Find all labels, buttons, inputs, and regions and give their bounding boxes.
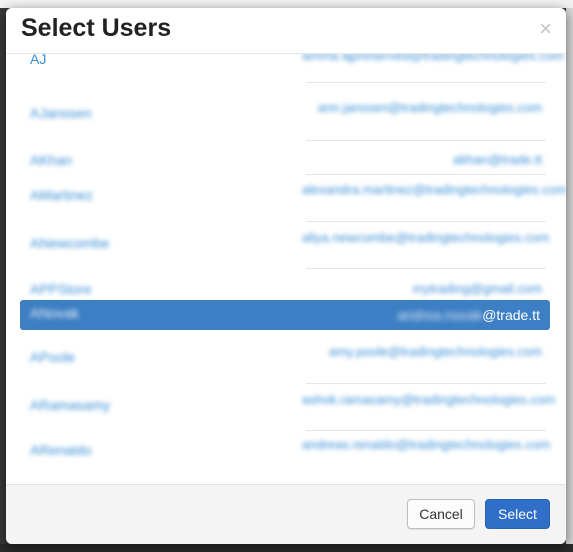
user-email: amy.poole@tradingtechnologies.com (328, 344, 542, 359)
user-name: AJ (30, 54, 47, 67)
user-name: ANovak (30, 305, 80, 321)
row-divider (306, 82, 546, 83)
user-name: ANewcombe (30, 235, 110, 251)
cancel-button[interactable]: Cancel (407, 499, 475, 529)
select-users-dialog: Select Users × AJ amma.ajpreserved@tradi… (6, 8, 566, 544)
user-email: andreas.renaldo@tradingtechnologies.com (302, 437, 551, 452)
list-item-selected[interactable]: ANovak andrea.novak@trade.tt (20, 300, 550, 330)
dialog-title: Select Users (21, 14, 172, 42)
user-name: AJanssen (30, 105, 92, 121)
list-item[interactable]: AMartinez alexandra.martinez@tradingtech… (20, 182, 566, 212)
row-divider (306, 383, 546, 384)
user-name: APoole (30, 349, 76, 365)
user-email: mytrading@gmail.com (412, 281, 542, 296)
background-page-right (566, 8, 573, 544)
list-item[interactable]: ARenaldo andreas.renaldo@tradingtechnolo… (20, 437, 550, 467)
list-item[interactable]: AJanssen ann.janssen@tradingtechnologies… (20, 100, 550, 130)
row-divider (306, 268, 546, 269)
user-email-domain: @trade.tt (482, 307, 540, 323)
user-email: amma.ajpreserved@tradingtechnologies.com (302, 54, 564, 63)
row-divider (306, 430, 546, 431)
background-page-top (0, 0, 573, 8)
user-name: AMartinez (30, 187, 94, 203)
list-item[interactable]: ANewcombe aliya.newcombe@tradingtechnolo… (20, 230, 550, 260)
list-item[interactable]: AKhan akhan@trade.tt (20, 147, 550, 177)
user-list[interactable]: AJ amma.ajpreserved@tradingtechnologies.… (6, 54, 566, 484)
dialog-footer: Cancel Select (6, 484, 566, 544)
user-name: ARamasamy (30, 397, 111, 413)
user-email: aliya.newcombe@tradingtechnologies.com (302, 230, 550, 245)
row-divider (306, 174, 546, 175)
user-email-redacted: andrea.novak (397, 307, 483, 323)
user-name: ARenaldo (30, 442, 92, 458)
user-email: ann.janssen@tradingtechnologies.com (317, 100, 542, 115)
close-icon[interactable]: × (539, 18, 552, 40)
dialog-header: Select Users × (6, 8, 566, 54)
row-divider (306, 221, 546, 222)
user-email: andrea.novak@trade.tt (397, 307, 540, 323)
list-item[interactable]: APoole amy.poole@tradingtechnologies.com (20, 344, 550, 374)
background-page-bottom (0, 544, 573, 552)
row-divider (306, 140, 546, 141)
user-email: ashok.ramasamy@tradingtechnologies.com (302, 392, 556, 407)
user-email: akhan@trade.tt (452, 152, 542, 167)
user-email: alexandra.martinez@tradingtechnologies.c… (302, 182, 566, 197)
select-button[interactable]: Select (485, 499, 550, 529)
user-name: APPStore (30, 281, 92, 297)
user-name: AKhan (30, 152, 73, 168)
list-item[interactable]: ARamasamy ashok.ramasamy@tradingtechnolo… (20, 392, 556, 422)
